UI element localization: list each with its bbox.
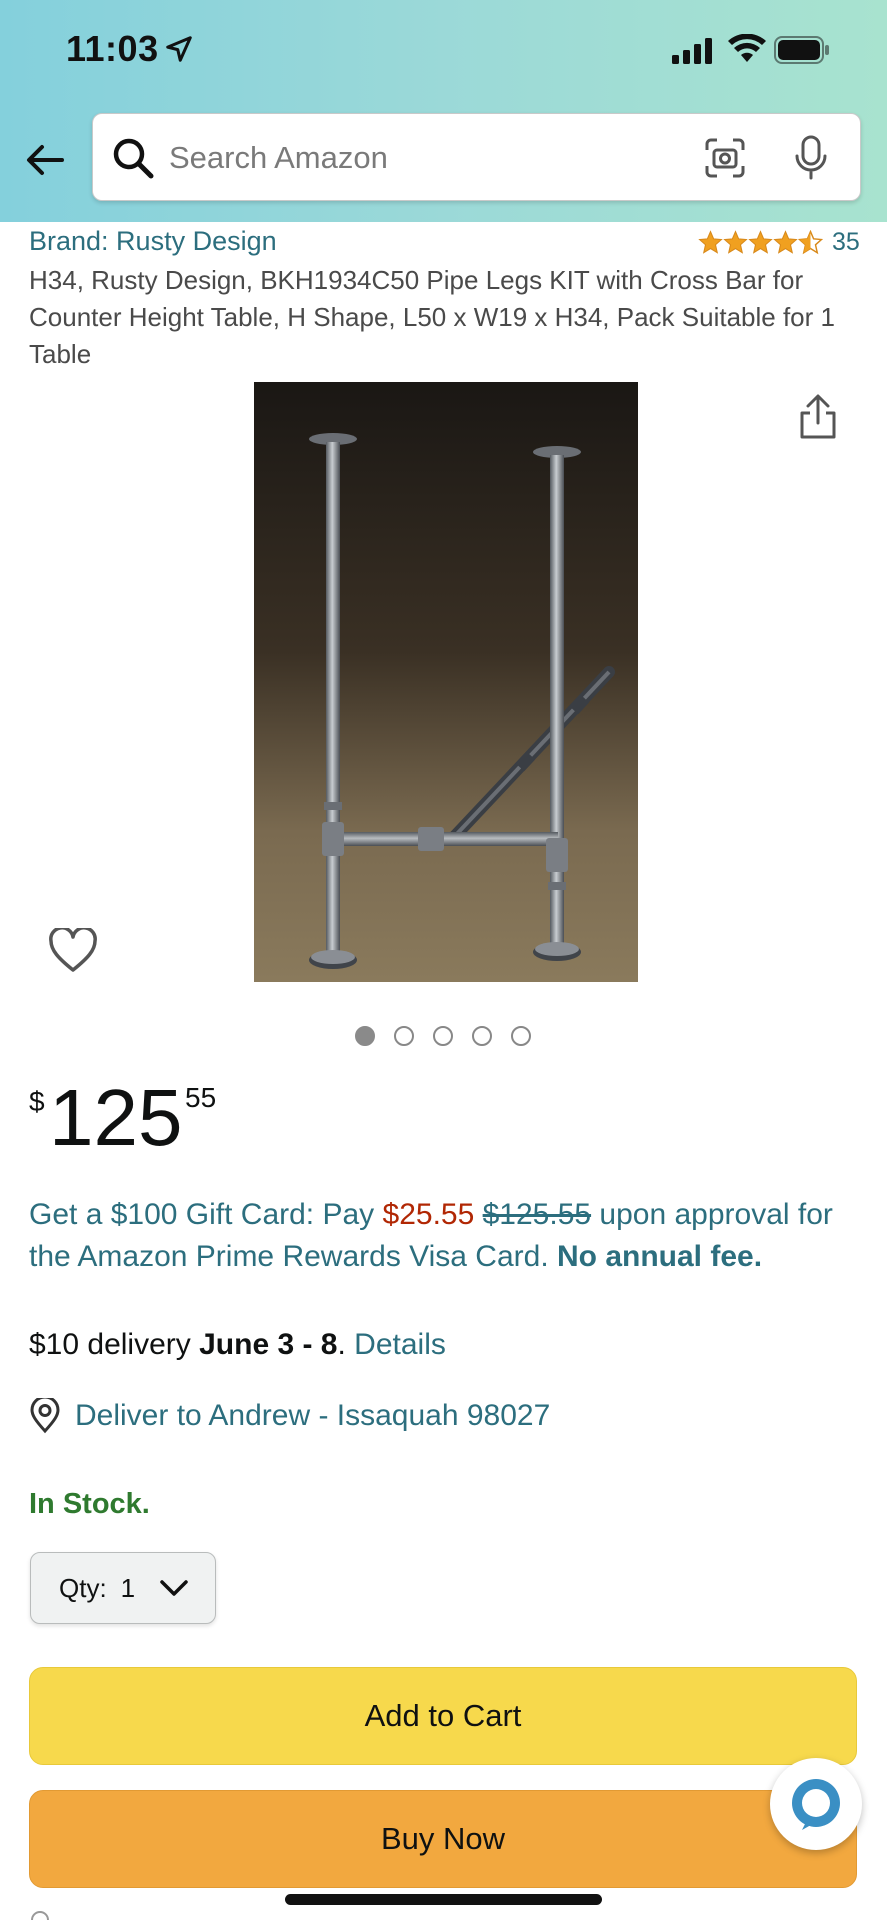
product-image[interactable] xyxy=(254,382,638,982)
search-bar[interactable] xyxy=(92,113,861,201)
wifi-icon xyxy=(728,34,766,62)
delivery-separator: . xyxy=(337,1328,355,1361)
deliver-to-location[interactable]: Deliver to Andrew - Issaquah 98027 xyxy=(29,1398,550,1434)
price-whole: 125 xyxy=(49,1073,183,1162)
deliver-to-text: Deliver to Andrew - Issaquah 98027 xyxy=(75,1399,551,1432)
chat-bubble-icon xyxy=(792,1779,840,1830)
camera-scan-icon[interactable] xyxy=(703,136,747,180)
chevron-down-icon xyxy=(160,1580,188,1596)
carousel-dot[interactable] xyxy=(511,1026,531,1046)
delivery-details-link[interactable]: Details xyxy=(354,1328,446,1361)
promo-space xyxy=(474,1198,482,1231)
delivery-info: $10 delivery June 3 - 8. Details xyxy=(29,1328,446,1362)
promo-original-price: $125.55 xyxy=(482,1198,592,1231)
gift-card-promo[interactable]: Get a $100 Gift Card: Pay $25.55 $125.55… xyxy=(29,1194,869,1278)
home-indicator[interactable] xyxy=(285,1894,602,1905)
carousel-dot[interactable] xyxy=(355,1026,375,1046)
price-fraction: 55 xyxy=(185,1082,217,1113)
promo-sale-price: $25.55 xyxy=(382,1198,475,1231)
chat-assistant-button[interactable] xyxy=(770,1758,862,1850)
cellular-signal-icon xyxy=(672,38,712,64)
price-symbol: $ xyxy=(29,1086,45,1117)
quantity-label: Qty: xyxy=(59,1572,107,1603)
search-icon xyxy=(113,138,154,179)
top-header-bar: 11:03 xyxy=(0,0,887,222)
carousel-dot[interactable] xyxy=(433,1026,453,1046)
star-full-icon xyxy=(698,230,723,254)
stock-status: In Stock. xyxy=(29,1488,150,1520)
promo-no-fee: No annual fee. xyxy=(557,1240,763,1273)
partial-icon xyxy=(31,1911,49,1920)
battery-icon xyxy=(774,36,829,64)
delivery-prefix: $10 delivery xyxy=(29,1328,200,1361)
star-half-icon xyxy=(798,230,823,255)
product-title: H34, Rusty Design, BKH1934C50 Pipe Legs … xyxy=(29,265,835,369)
rating-count: 35 xyxy=(832,228,860,256)
promo-text: Get a $100 Gift Card: Pay xyxy=(29,1198,383,1231)
microphone-icon[interactable] xyxy=(793,134,829,182)
star-full-icon xyxy=(773,230,798,254)
share-icon[interactable] xyxy=(796,393,840,441)
brand-link[interactable]: Brand: Rusty Design xyxy=(29,226,277,257)
quantity-value: 1 xyxy=(120,1572,136,1603)
delivery-dates: June 3 - 8 xyxy=(199,1328,338,1361)
status-time: 11:03 xyxy=(66,28,159,69)
add-to-cart-button[interactable]: Add to Cart xyxy=(29,1667,857,1765)
star-full-icon xyxy=(723,230,748,254)
heart-icon[interactable] xyxy=(48,928,98,974)
carousel-dot[interactable] xyxy=(394,1026,414,1046)
carousel-dot[interactable] xyxy=(472,1026,492,1046)
rating-stars xyxy=(698,230,823,255)
location-arrow-icon xyxy=(166,36,192,62)
buy-now-button[interactable]: Buy Now xyxy=(29,1790,857,1888)
star-rating[interactable]: 35 xyxy=(698,228,860,257)
image-carousel-dots xyxy=(355,1026,550,1046)
quantity-select[interactable]: Qty: 1 xyxy=(30,1552,216,1624)
back-arrow-icon[interactable] xyxy=(22,136,70,184)
location-pin-icon xyxy=(30,1398,60,1434)
search-input[interactable] xyxy=(169,128,729,188)
star-full-icon xyxy=(748,230,773,254)
